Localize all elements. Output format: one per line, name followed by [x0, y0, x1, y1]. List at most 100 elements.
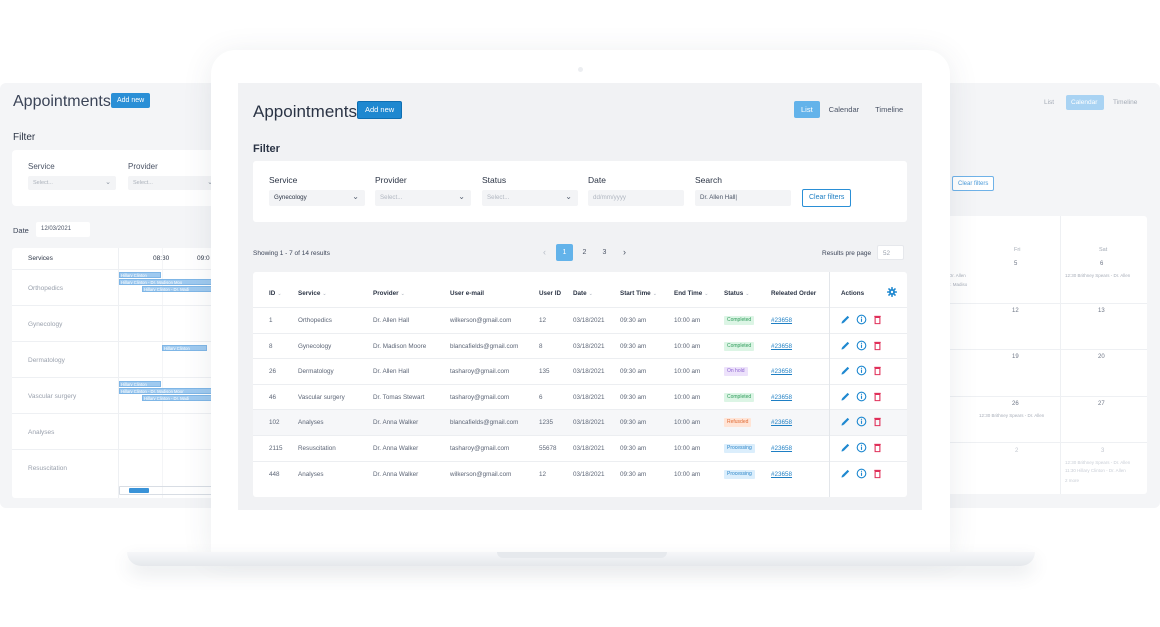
table-row[interactable]: 26 Dermatology Dr. Allen Hall tasharoy@g…: [253, 358, 829, 384]
column-header-related-order: Releated Order: [771, 290, 816, 297]
edit-icon[interactable]: [840, 416, 851, 427]
page-1-button[interactable]: 1: [556, 244, 573, 261]
appointments-screen: Appointments Add new List Calendar Timel…: [238, 83, 922, 510]
status-select[interactable]: Select... ⌄: [482, 190, 578, 206]
bg-cal-date: 5: [1014, 261, 1018, 267]
info-icon[interactable]: [856, 416, 867, 427]
bg-grid-header: Services: [28, 255, 53, 262]
column-header-user-id: User ID: [539, 290, 561, 297]
delete-icon[interactable]: [872, 365, 883, 376]
bg-date-input: 12/03/2021: [36, 222, 90, 237]
page-2-button[interactable]: 2: [576, 244, 593, 261]
results-info: Showing 1 - 7 of 14 results: [253, 250, 330, 257]
delete-icon[interactable]: [872, 314, 883, 325]
table-row[interactable]: 1 Orthopedics Dr. Allen Hall wilkerson@g…: [253, 307, 829, 333]
edit-icon[interactable]: [840, 391, 851, 402]
column-header-end-time[interactable]: End Time ⌄: [674, 290, 708, 297]
column-header-service[interactable]: Service ⌄: [298, 290, 327, 297]
delete-icon[interactable]: [872, 442, 883, 453]
cell-id: 26: [269, 368, 277, 376]
bg-select-text: Select...: [33, 180, 53, 186]
info-icon[interactable]: [856, 340, 867, 351]
cell-user-id: 8: [539, 342, 543, 350]
bg-timeline-grid: Services 08:30 09:0 Orthopedics Gynecolo…: [12, 248, 232, 498]
cell-start-time: 09:30 am: [620, 470, 647, 478]
column-header-label: Date: [573, 290, 587, 297]
table-row[interactable]: 8 Gynecology Dr. Madison Moore blancafie…: [253, 332, 829, 359]
provider-select[interactable]: Select... ⌄: [375, 190, 471, 206]
related-order-link[interactable]: #23658: [771, 394, 792, 401]
row-actions: [830, 332, 907, 359]
table-row[interactable]: 2115 Resuscitation Dr. Anna Walker tasha…: [253, 435, 829, 461]
cell-user-id: 1235: [539, 419, 554, 427]
cell-id: 8: [269, 342, 273, 350]
info-icon[interactable]: [856, 468, 867, 479]
add-new-button[interactable]: Add new: [357, 101, 403, 119]
delete-icon[interactable]: [872, 468, 883, 479]
chevron-down-icon: ⌄: [105, 179, 111, 186]
edit-icon[interactable]: [840, 468, 851, 479]
info-icon[interactable]: [856, 365, 867, 376]
status-badge: Processing: [724, 469, 755, 479]
edit-icon[interactable]: [840, 442, 851, 453]
page-3-button[interactable]: 3: [596, 244, 613, 261]
info-icon[interactable]: [856, 391, 867, 402]
service-label: Service: [269, 175, 298, 185]
bg-service-name: Analyses: [28, 429, 55, 436]
column-header-label: Provider: [373, 290, 399, 297]
tab-list[interactable]: List: [794, 101, 820, 118]
delete-icon[interactable]: [872, 340, 883, 351]
status-badge: Refusded: [724, 418, 752, 428]
gear-icon[interactable]: [887, 287, 897, 297]
bg-cal-date: 3: [1101, 448, 1105, 454]
edit-icon[interactable]: [840, 314, 851, 325]
cell-service: Vascular surgery: [298, 393, 345, 401]
bg-cal-divider: [947, 396, 1147, 397]
date-input[interactable]: dd/mm/yyyy: [588, 190, 684, 206]
related-order-link[interactable]: #23658: [771, 343, 792, 350]
info-icon[interactable]: [856, 314, 867, 325]
cell-end-time: 10:00 am: [674, 470, 701, 478]
bg-cal-date: 20: [1098, 354, 1105, 360]
bg-provider-select: Select...⌄: [128, 176, 218, 190]
table-row[interactable]: 46 Vascular surgery Dr. Tomas Stewart ta…: [253, 383, 829, 410]
pagination: ‹ 1 2 3 ›: [536, 244, 636, 261]
related-order-link[interactable]: #23658: [771, 419, 792, 426]
table-row[interactable]: 102 Analyses Dr. Anna Walker blancafield…: [253, 409, 829, 435]
column-header-status[interactable]: Status ⌄: [724, 290, 749, 297]
cell-user-id: 6: [539, 393, 543, 401]
bg-date-label: Date: [13, 226, 29, 235]
related-order-link[interactable]: #23658: [771, 445, 792, 452]
related-order-link[interactable]: #23658: [771, 317, 792, 324]
next-page-button[interactable]: ›: [616, 244, 633, 261]
status-badge: Completed: [724, 316, 755, 325]
table-row[interactable]: 448 Analyses Dr. Anna Walker wilkerson@g…: [253, 460, 829, 487]
tab-timeline[interactable]: Timeline: [868, 101, 910, 118]
column-header-provider[interactable]: Provider ⌄: [373, 290, 405, 297]
cell-user-id: 12: [539, 470, 547, 478]
edit-icon[interactable]: [840, 365, 851, 376]
column-header-start-time[interactable]: Start Time ⌄: [620, 290, 657, 297]
info-icon[interactable]: [856, 442, 867, 453]
prev-page-button[interactable]: ‹: [536, 244, 553, 261]
edit-icon[interactable]: [840, 340, 851, 351]
column-header-date[interactable]: Date ⌄: [573, 290, 593, 297]
related-order-link[interactable]: #23658: [771, 368, 792, 375]
results-per-page-input[interactable]: 52: [877, 245, 904, 260]
service-select[interactable]: Gynecology ⌄: [269, 190, 365, 206]
bg-select-text: Select...: [133, 180, 153, 186]
column-header-user-email: User e-mail: [450, 290, 484, 297]
delete-icon[interactable]: [872, 391, 883, 402]
related-order-link[interactable]: #23658: [771, 471, 792, 478]
search-input[interactable]: Dr. Allen Hall|: [695, 190, 791, 206]
cell-provider: Dr. Anna Walker: [373, 470, 419, 478]
clear-filters-button[interactable]: Clear filters: [802, 189, 852, 207]
actions-column: Actions: [829, 272, 907, 497]
chevron-down-icon: ⌄: [565, 192, 572, 201]
bg-tab-calendar: Calendar: [1066, 95, 1104, 110]
column-header-label: User ID: [539, 290, 562, 297]
status-select-placeholder: Select...: [487, 194, 510, 201]
delete-icon[interactable]: [872, 416, 883, 427]
tab-calendar[interactable]: Calendar: [822, 101, 866, 118]
column-header-id[interactable]: ID ⌄: [269, 290, 282, 297]
